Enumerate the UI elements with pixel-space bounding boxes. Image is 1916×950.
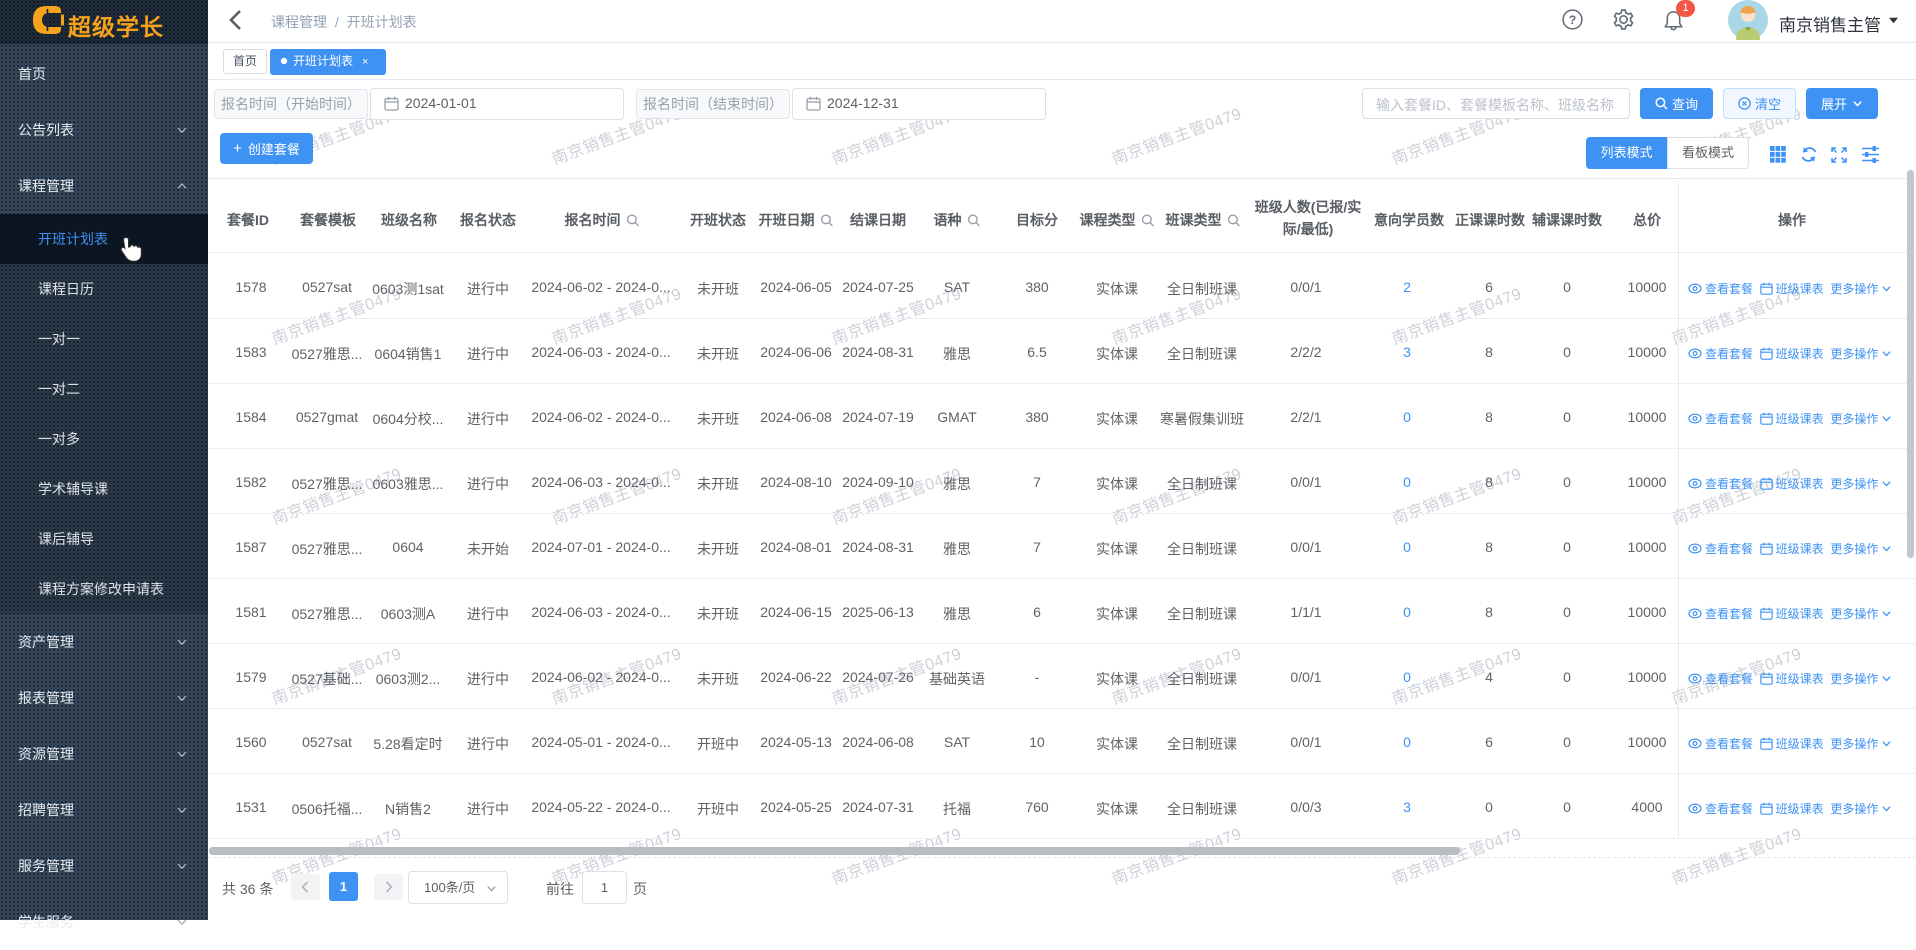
svg-text:?: ? — [1569, 13, 1576, 27]
